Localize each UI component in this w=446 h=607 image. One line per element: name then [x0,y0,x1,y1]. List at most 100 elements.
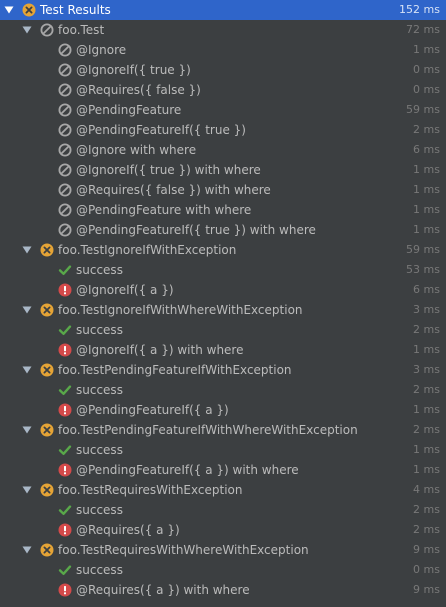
test-name-label: success [76,323,123,337]
test-name-label: foo.TestIgnoreIfWithWhereWithException [58,303,303,317]
test-case-row[interactable]: @PendingFeatureIf({ a }) with where 1 ms [0,460,446,480]
passed-icon [58,443,72,457]
passed-icon [58,323,72,337]
test-case-row[interactable]: @PendingFeatureIf({ a }) 1 ms [0,400,446,420]
test-case-row[interactable]: @IgnoreIf({ a }) 6 ms [0,280,446,300]
test-case-row[interactable]: success 0 ms [0,560,446,580]
duration-label: 2 ms [413,503,440,516]
test-case-row[interactable]: @Ignore with where 6 ms [0,140,446,160]
test-case-row[interactable]: success 2 ms [0,320,446,340]
test-name-label: @PendingFeature with where [76,203,252,217]
ignored-icon [58,103,72,117]
failed-icon [40,543,54,557]
test-results-root-row[interactable]: Test Results 152 ms [0,0,446,20]
test-class-row[interactable]: foo.TestPendingFeatureIfWithException 3 m… [0,360,446,380]
duration-label: 2 ms [413,383,440,396]
test-name-label: @PendingFeature [76,103,182,117]
expand-arrow-icon[interactable] [22,300,32,320]
error-icon [58,343,72,357]
test-name-label: success [76,383,123,397]
test-case-row[interactable]: @PendingFeature 59 ms [0,100,446,120]
ignored-icon [58,43,72,57]
error-icon [58,403,72,417]
test-case-row[interactable]: @IgnoreIf({ true }) 0 ms [0,60,446,80]
test-case-row[interactable]: @Requires({ false }) with where 1 ms [0,180,446,200]
test-case-row[interactable]: @Requires({ a }) with where 9 ms [0,580,446,600]
test-case-row[interactable]: @Ignore 1 ms [0,40,446,60]
test-class-row[interactable]: foo.Test 72 ms [0,20,446,40]
expand-arrow-icon[interactable] [22,420,32,440]
test-case-row[interactable]: success 1 ms [0,440,446,460]
test-name-label: @IgnoreIf({ a }) with where [76,343,244,357]
duration-label: 0 ms [413,83,440,96]
duration-label: 1 ms [413,403,440,416]
test-name-label: @Requires({ false }) with where [76,183,271,197]
expand-arrow-icon[interactable] [22,480,32,500]
duration-label: 0 ms [413,63,440,76]
test-name-label: success [76,263,123,277]
test-name-label: @PendingFeatureIf({ a }) with where [76,463,299,477]
duration-label: 3 ms [413,303,440,316]
expand-arrow-icon[interactable] [4,0,14,20]
test-class-row[interactable]: foo.TestIgnoreIfWithWhereWithException 3 … [0,300,446,320]
ignored-icon [58,123,72,137]
test-results-tree[interactable]: Test Results 152 ms foo.Test 72 ms @Ignore 1 … [0,0,446,600]
expand-arrow-icon[interactable] [22,360,32,380]
test-name-label: @Requires({ a }) with where [76,583,250,597]
test-name-label: foo.TestPendingFeatureIfWithException [58,363,292,377]
test-name-label: @PendingFeatureIf({ true }) with where [76,223,316,237]
duration-label: 2 ms [413,423,440,436]
duration-label: 2 ms [413,323,440,336]
test-case-row[interactable]: @IgnoreIf({ a }) with where 1 ms [0,340,446,360]
expand-arrow-icon[interactable] [22,540,32,560]
test-case-row[interactable]: @PendingFeature with where 1 ms [0,200,446,220]
test-case-row[interactable]: @PendingFeatureIf({ true }) 2 ms [0,120,446,140]
expand-arrow-icon[interactable] [22,20,32,40]
test-name-label: @PendingFeatureIf({ true }) [76,123,246,137]
ignored-icon [58,63,72,77]
duration-label: 1 ms [413,343,440,356]
test-case-row[interactable]: success 53 ms [0,260,446,280]
test-name-label: @IgnoreIf({ true }) with where [76,163,261,177]
duration-label: 1 ms [413,43,440,56]
test-name-label: @Requires({ a }) [76,523,180,537]
passed-icon [58,263,72,277]
test-name-label: foo.TestIgnoreIfWithException [58,243,237,257]
duration-label: 9 ms [413,543,440,556]
duration-label: 2 ms [413,123,440,136]
test-case-row[interactable]: success 2 ms [0,500,446,520]
duration-label: 0 ms [413,563,440,576]
test-name-label: @PendingFeatureIf({ a }) [76,403,229,417]
failed-icon [40,363,54,377]
duration-label: 6 ms [413,143,440,156]
test-name-label: success [76,443,123,457]
duration-label: 1 ms [413,163,440,176]
passed-icon [58,563,72,577]
test-name-label: foo.TestRequiresWithException [58,483,243,497]
test-case-row[interactable]: @PendingFeatureIf({ true }) with where 1 … [0,220,446,240]
duration-label: 53 ms [406,263,440,276]
test-case-row[interactable]: success 2 ms [0,380,446,400]
test-class-row[interactable]: foo.TestIgnoreIfWithException 59 ms [0,240,446,260]
duration-label: 152 ms [399,3,440,16]
expand-arrow-icon[interactable] [22,240,32,260]
ignored-icon [58,83,72,97]
test-class-row[interactable]: foo.TestPendingFeatureIfWithWhereWithExc… [0,420,446,440]
ignored-icon [58,223,72,237]
duration-label: 1 ms [413,443,440,456]
passed-icon [58,503,72,517]
test-name-label: @Ignore [76,43,127,57]
error-icon [58,523,72,537]
test-name-label: @Requires({ false }) [76,83,201,97]
test-name-label: @IgnoreIf({ true }) [76,63,191,77]
test-class-row[interactable]: foo.TestRequiresWithException 4 ms [0,480,446,500]
test-class-row[interactable]: foo.TestRequiresWithWhereWithException 9 … [0,540,446,560]
duration-label: 1 ms [413,203,440,216]
test-case-row[interactable]: @Requires({ a }) 2 ms [0,520,446,540]
duration-label: 59 ms [406,103,440,116]
test-case-row[interactable]: @Requires({ false }) 0 ms [0,80,446,100]
test-case-row[interactable]: @IgnoreIf({ true }) with where 1 ms [0,160,446,180]
test-name-label: success [76,503,123,517]
ignored-icon [58,163,72,177]
duration-label: 1 ms [413,223,440,236]
